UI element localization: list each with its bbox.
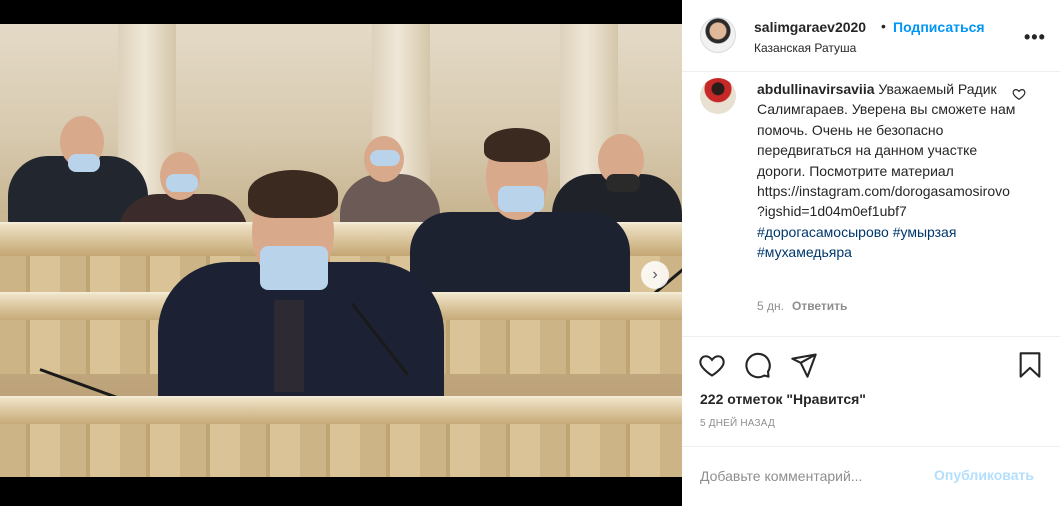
hashtag-link[interactable]: #мухамедьяра [757,244,852,260]
photo-person [248,170,338,218]
post-date: 5 ДНЕЙ НАЗАД [700,418,775,429]
comment-bubble-icon[interactable] [744,351,772,384]
photo-person [166,174,198,192]
comments-list: abdullinavirsaviia Уважаемый Радик Салим… [682,73,1060,335]
post-location[interactable]: Казанская Ратуша [754,41,856,55]
bookmark-icon[interactable] [1016,351,1044,384]
comment-text: Уважаемый Радик Салимгараев. Уверена вы … [757,81,1016,220]
photo-desk [0,396,682,426]
follow-button[interactable]: Подписаться [893,19,985,35]
photo-person [68,154,100,172]
post-side-panel: salimgaraev2020 • Подписаться Казанская … [682,0,1060,506]
photo-person [606,174,640,192]
heart-icon[interactable] [698,351,726,384]
post-photo[interactable]: › [0,24,682,477]
post-actions: 222 отметок "Нравится" 5 ДНЕЙ НАЗАД [682,336,1060,446]
comment-heart-icon[interactable] [1012,87,1026,106]
comment-meta: 5 дн. Ответить [757,299,847,313]
hashtag-link[interactable]: #дорогасамосырово [757,224,889,240]
comment-body: abdullinavirsaviia Уважаемый Радик Салим… [757,79,1017,263]
likes-count[interactable]: 222 отметок "Нравится" [700,391,866,407]
photo-desk [0,424,682,477]
more-options-icon[interactable]: ••• [1024,27,1046,48]
photo-person [498,186,544,212]
hashtag-link[interactable]: #умырзая [893,224,957,240]
photo-person [274,300,304,392]
commenter-username[interactable]: abdullinavirsaviia [757,81,875,97]
comment-age: 5 дн. [757,299,784,313]
publish-button[interactable]: Опубликовать [934,467,1034,483]
photo-person [370,150,400,166]
paper-plane-icon[interactable] [790,351,818,384]
commenter-avatar[interactable] [700,78,736,114]
photo-person [260,246,328,290]
post-header: salimgaraev2020 • Подписаться Казанская … [682,0,1060,72]
post-media: › [0,0,682,506]
photo-person [484,128,550,162]
comment-input[interactable] [700,465,920,487]
header-separator: • [881,18,886,34]
author-username[interactable]: salimgaraev2020 [754,19,866,35]
reply-button[interactable]: Ответить [792,299,847,313]
add-comment-bar: Опубликовать [682,446,1060,506]
author-avatar[interactable] [700,17,736,53]
carousel-next-button[interactable]: › [641,261,669,289]
